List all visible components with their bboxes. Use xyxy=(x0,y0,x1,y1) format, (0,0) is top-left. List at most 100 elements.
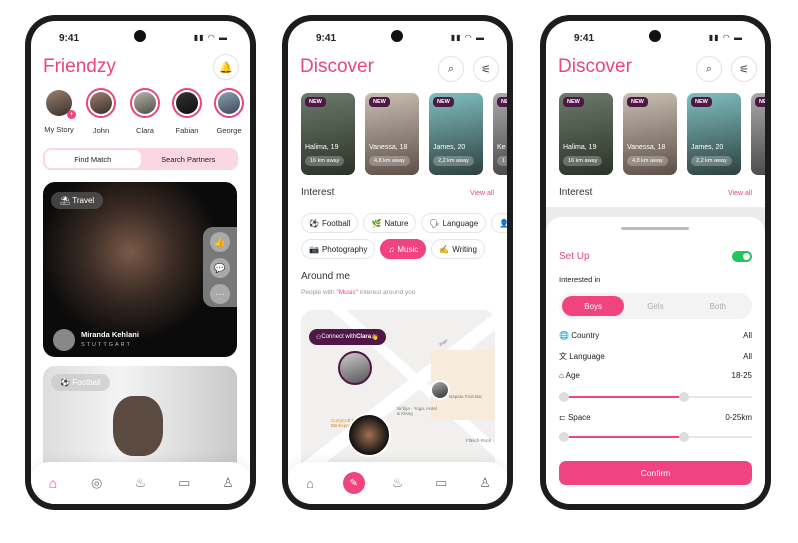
cake-icon: ⌂ xyxy=(559,371,564,380)
filter-icon: ⚟ xyxy=(481,63,491,76)
row-country[interactable]: 🌐 Country All xyxy=(559,331,752,340)
slider-thumb-min xyxy=(559,392,569,402)
age-slider[interactable] xyxy=(559,392,752,402)
story-fabian[interactable] xyxy=(172,88,202,118)
page-title: Discover xyxy=(558,56,632,77)
football-icon: ⚽ xyxy=(309,218,319,228)
row-language[interactable]: 文 Language All xyxy=(559,351,752,362)
sheet-handle[interactable] xyxy=(621,227,689,230)
chip-music[interactable]: ♫ Music xyxy=(380,239,427,259)
avatar xyxy=(53,329,75,351)
search-icon: ⌕ xyxy=(447,62,455,75)
chip-label: Football xyxy=(321,218,351,228)
explore-icon[interactable]: ◎ xyxy=(86,472,108,494)
profile-card[interactable]: NEW James, 20 2,2 km away xyxy=(429,93,483,175)
row-age: ⌂ Age 18-25 xyxy=(559,371,752,380)
profile-card-2[interactable]: ⚽ Football xyxy=(43,366,237,476)
map-avatar-clara[interactable] xyxy=(338,351,372,385)
new-badge: NEW xyxy=(433,97,454,107)
profile-distance: 2,2 km away xyxy=(433,156,474,166)
story-label: John xyxy=(92,126,110,135)
phone-setup: 9:41 ▮▮ ◠ ▬ Discover ⌕ ⚟ NEW Halima, 19 16… xyxy=(540,15,771,510)
row-label: Age xyxy=(565,371,580,380)
interested-label: Interested in xyxy=(559,275,601,284)
setup-toggle[interactable] xyxy=(732,251,752,262)
profile-card[interactable]: NEW Vanessa, 18 4,8 km away xyxy=(365,93,419,175)
text: interest around you xyxy=(358,289,416,296)
profile-card[interactable]: NEW Halima, 19 16 km away xyxy=(301,93,355,175)
tab-find-match[interactable]: Find Match xyxy=(45,150,141,168)
profile-card[interactable]: NEW James, 20 2,2 km away xyxy=(687,93,741,175)
chat-icon[interactable]: ▭ xyxy=(430,472,452,494)
add-story-icon[interactable]: + xyxy=(67,110,76,119)
profile-card[interactable]: NEW Halima, 19 16 km away xyxy=(559,93,613,175)
profile-distance: 16 km away xyxy=(305,156,345,166)
profile-location: STUTTGART xyxy=(81,342,132,348)
story-clara[interactable] xyxy=(130,88,160,118)
bottom-nav: ⌂ ✎ ♨ ▭ ♙ xyxy=(288,462,507,504)
globe-icon: 🌐 xyxy=(559,331,569,340)
profile-distance: 4,8 km away xyxy=(369,156,410,166)
explore-icon[interactable]: ✎ xyxy=(342,472,365,494)
tag-football: ⚽ Football xyxy=(51,374,110,391)
chip-writing[interactable]: ✍ Writing xyxy=(431,239,485,259)
confirm-button[interactable]: Confirm xyxy=(559,461,752,485)
map-avatar[interactable] xyxy=(430,380,450,400)
leaf-icon: 🌿 xyxy=(371,218,382,228)
filter-button[interactable]: ⚟ xyxy=(473,56,499,82)
flame-icon[interactable]: ♨ xyxy=(386,472,408,494)
chip-photography[interactable]: 📷 Photography xyxy=(301,239,376,259)
profile-card[interactable]: ⛱ Travel 👍 💬 ⋯ Miranda Kehlani STUTTGART xyxy=(43,182,237,357)
profile-icon[interactable]: ♙ xyxy=(474,472,496,494)
view-all-link[interactable]: View all xyxy=(470,190,494,197)
tag-travel: ⛱ Travel xyxy=(51,192,104,209)
story-john[interactable] xyxy=(86,88,116,118)
chip-football[interactable]: ⚽ Football xyxy=(301,213,359,233)
connect-name: Clara xyxy=(356,334,372,340)
chip-more[interactable]: 👤 xyxy=(491,213,507,233)
row-label: Space xyxy=(567,413,591,422)
new-badge: NEW xyxy=(369,97,390,107)
chat-icon[interactable]: ▭ xyxy=(173,472,195,494)
like-icon[interactable]: 👍 xyxy=(210,232,230,252)
home-icon[interactable]: ⌂ xyxy=(42,472,64,494)
story-george[interactable] xyxy=(214,88,244,118)
camera xyxy=(649,30,661,42)
chip-label: Nature xyxy=(384,218,409,228)
map[interactable]: Nirbija - Yoga, Hotel & Klang Napata Fru… xyxy=(301,310,495,480)
connect-bubble[interactable]: ⚇ Connect with Clara 👋 xyxy=(309,329,386,345)
profile-icon[interactable]: ♙ xyxy=(217,472,239,494)
profile-card[interactable]: NEW Ke 1 xyxy=(493,93,507,175)
chip-language[interactable]: 🗣 Language xyxy=(421,213,487,233)
interest-heading: Interest xyxy=(559,187,593,198)
highlight: "Music" xyxy=(336,289,359,296)
new-badge: NEW xyxy=(755,97,765,107)
filter-button[interactable]: ⚟ xyxy=(731,56,757,82)
flame-icon[interactable]: ♨ xyxy=(129,472,151,494)
map-avatar[interactable] xyxy=(347,413,391,457)
view-all-link[interactable]: View all xyxy=(728,190,752,197)
search-icon: ⌕ xyxy=(705,62,713,75)
chip-label: Language xyxy=(442,218,479,228)
option-girls[interactable]: Girls xyxy=(624,296,686,316)
status-icons: ▮▮ ◠ ▬ xyxy=(708,33,743,42)
page-title: Discover xyxy=(300,56,374,77)
status-time: 9:41 xyxy=(316,33,337,44)
profile-card[interactable]: NEW xyxy=(751,93,765,175)
home-icon[interactable]: ⌂ xyxy=(299,472,321,494)
tab-search-partners[interactable]: Search Partners xyxy=(141,150,237,168)
profile-card[interactable]: NEW Vanessa, 18 4,8 km away xyxy=(623,93,677,175)
bell-button[interactable]: 🔔 xyxy=(213,54,239,80)
option-both[interactable]: Both xyxy=(687,296,749,316)
search-button[interactable]: ⌕ xyxy=(438,56,464,82)
search-button[interactable]: ⌕ xyxy=(696,56,722,82)
comment-icon[interactable]: 💬 xyxy=(210,258,230,278)
chip-nature[interactable]: 🌿 Nature xyxy=(363,213,417,233)
space-slider[interactable] xyxy=(559,432,752,442)
action-panel: 👍 💬 ⋯ xyxy=(203,227,237,307)
camera xyxy=(391,30,403,42)
option-boys[interactable]: Boys xyxy=(562,296,625,316)
more-icon[interactable]: ⋯ xyxy=(210,284,230,304)
profile-distance: 16 km away xyxy=(563,156,603,166)
slider-thumb-max xyxy=(679,392,690,402)
